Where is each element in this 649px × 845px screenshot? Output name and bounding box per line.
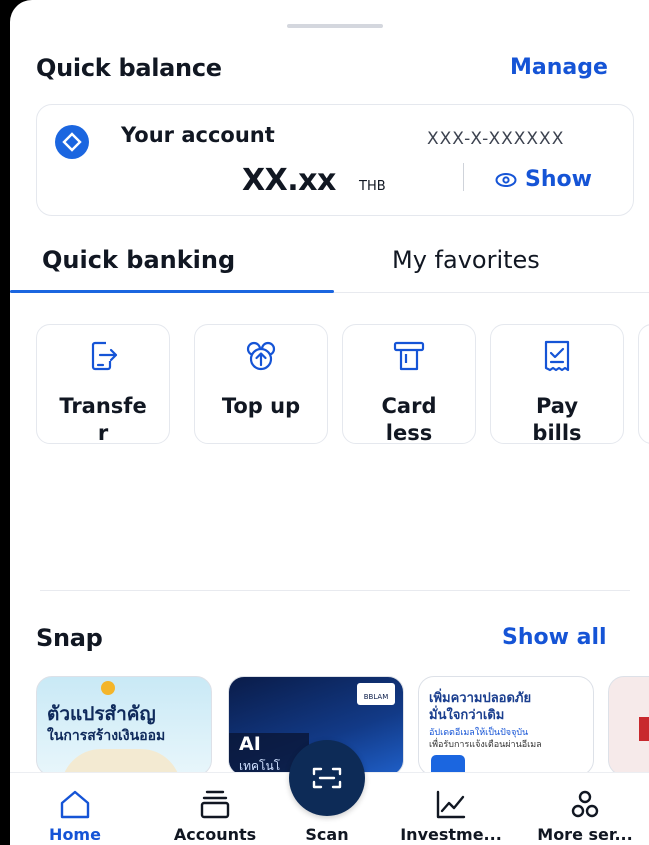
snap-card[interactable] (608, 676, 649, 776)
show-balance-button[interactable]: Show (495, 167, 592, 192)
quick-action-label: Pay bills (532, 394, 582, 444)
home-icon (60, 790, 90, 819)
balance-amount: XX.xx (242, 163, 336, 198)
bottom-sheet: Quick balance Manage Your account XXX-X-… (10, 0, 649, 845)
drag-handle[interactable] (287, 24, 383, 28)
nav-accounts[interactable]: Accounts (160, 773, 270, 845)
scan-button[interactable] (289, 740, 365, 816)
transfer-icon (91, 341, 118, 371)
snap-card-title-2: มั่นใจกว่าเดิม (429, 708, 505, 723)
quick-action-top-up[interactable]: Top up (194, 324, 328, 444)
quick-actions-row: Transfe r Top up Card less Pay bills (36, 324, 649, 444)
nav-investment[interactable]: Investme... (396, 773, 506, 845)
balance-currency: THB (359, 179, 386, 194)
snap-card[interactable]: ตัวแปรสำคัญ ในการสร้างเงินออม (36, 676, 212, 776)
manage-link[interactable]: Manage (510, 55, 608, 80)
investment-icon (436, 790, 466, 819)
nav-label: Accounts (173, 825, 257, 844)
nav-label: Investme... (400, 825, 502, 844)
nav-home[interactable]: Home (20, 773, 130, 845)
account-balance-card[interactable]: Your account XXX-X-XXXXXX XX.xx THB Show (36, 104, 634, 216)
quick-balance-title: Quick balance (36, 54, 222, 82)
show-all-link[interactable]: Show all (502, 625, 607, 650)
nav-label: Scan (305, 825, 349, 844)
snap-card-title: AI (239, 733, 261, 755)
pay-bills-icon (544, 340, 570, 372)
eye-icon (495, 172, 517, 187)
divider (463, 163, 464, 191)
snap-card[interactable]: เพิ่มความปลอดภัย มั่นใจกว่าเดิม อัปเดตอี… (418, 676, 594, 776)
cardless-icon (393, 341, 425, 371)
quick-action-transfer[interactable]: Transfe r (36, 324, 170, 444)
more-services-icon (571, 790, 599, 818)
nav-label: More ser... (537, 825, 633, 844)
accounts-icon (200, 790, 230, 819)
active-tab-indicator (10, 290, 334, 293)
coin-icon (101, 681, 115, 695)
quick-action-label: Top up (221, 394, 301, 418)
quick-action-pay-bills[interactable]: Pay bills (490, 324, 624, 444)
nav-label: Home (49, 825, 101, 844)
bank-logo-icon (55, 125, 89, 159)
tab-my-favorites[interactable]: My favorites (392, 246, 540, 274)
quick-action-cardless[interactable]: Card less (342, 324, 476, 444)
quick-action-more[interactable] (638, 324, 649, 444)
snap-card-graphic (639, 717, 649, 741)
snap-title: Snap (36, 624, 103, 652)
snap-card-subtitle-2: เพื่อรับการแจ้งเตือนผ่านอีเมล (429, 740, 542, 750)
quick-action-label: Card less (381, 394, 437, 444)
tab-bar: Quick banking My favorites (10, 246, 649, 294)
snap-card-subtitle: ในการสร้างเงินออม (47, 728, 166, 744)
bblam-logo: BBLAM (357, 683, 395, 705)
top-up-icon (246, 341, 276, 371)
scan-icon (312, 767, 342, 789)
quick-action-label: Transfe r (59, 394, 147, 444)
account-number: XXX-X-XXXXXX (427, 129, 565, 149)
section-divider (40, 590, 630, 591)
show-label: Show (525, 167, 592, 192)
account-label: Your account (121, 123, 275, 147)
nav-more-services[interactable]: More ser... (530, 773, 640, 845)
tab-quick-banking[interactable]: Quick banking (42, 246, 235, 274)
